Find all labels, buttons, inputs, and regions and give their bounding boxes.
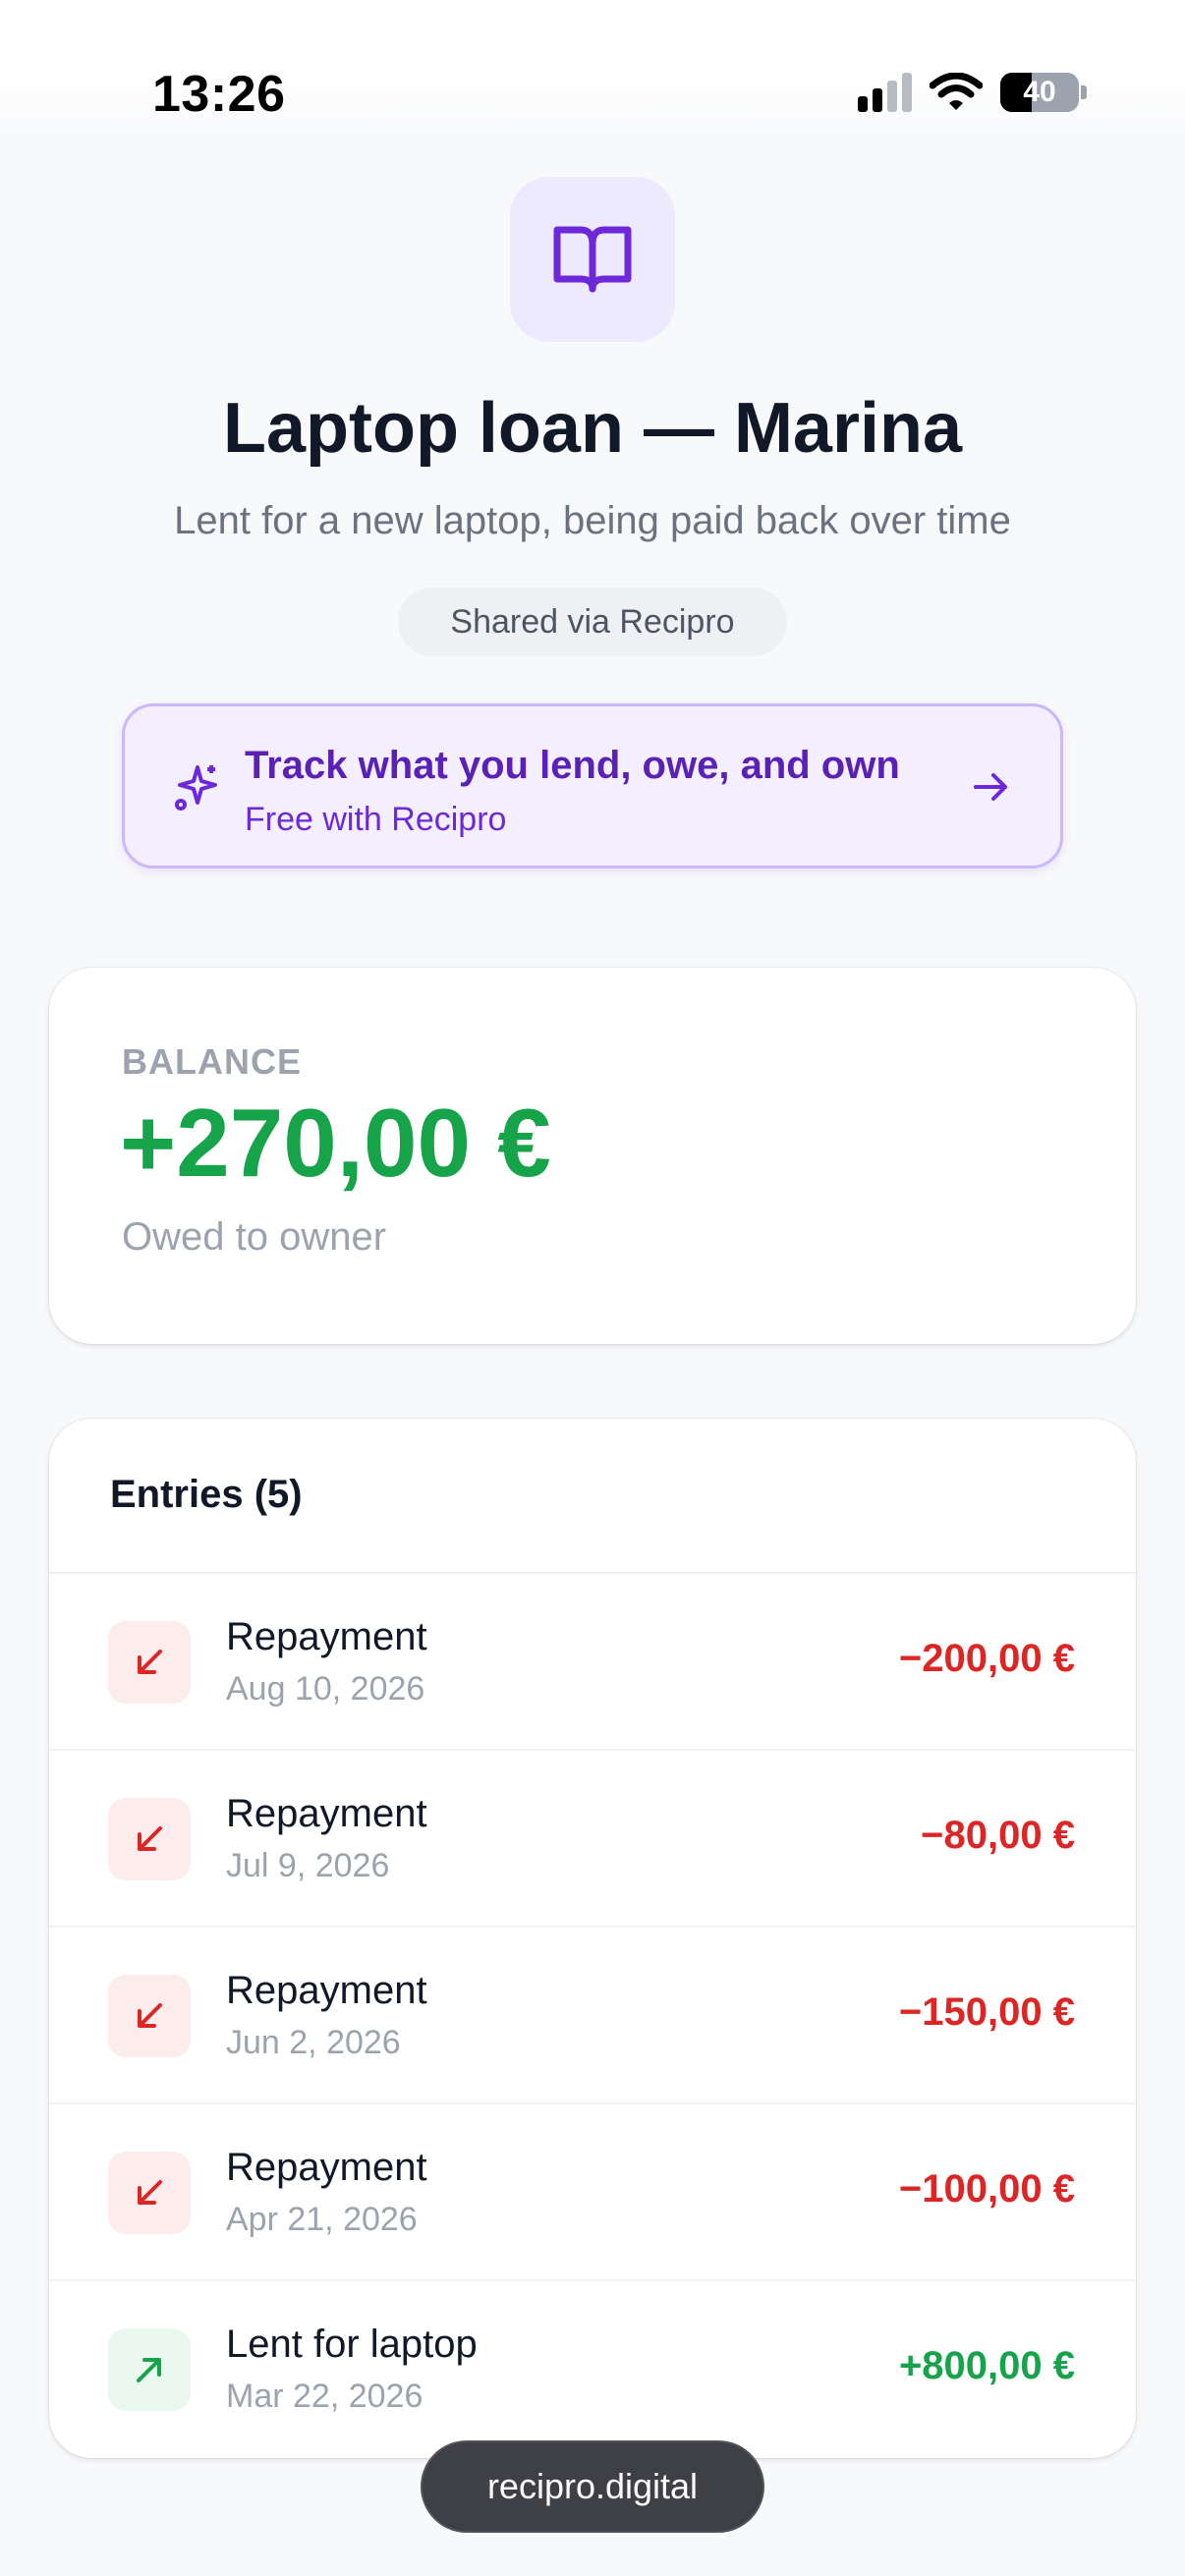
- entry-amount: −80,00 €: [921, 1814, 1075, 1857]
- entry-date: Apr 21, 2026: [226, 2201, 418, 2238]
- entry-row[interactable]: Repayment Aug 10, 2026 −200,00 €: [49, 1574, 1136, 1751]
- balance-note: Owed to owner: [122, 1215, 387, 1259]
- entry-date: Jun 2, 2026: [226, 2024, 401, 2061]
- url-domain-pill[interactable]: recipro.digital: [421, 2440, 764, 2533]
- entry-amount: −100,00 €: [898, 2167, 1075, 2211]
- page-title: Laptop loan — Marina: [222, 389, 963, 468]
- cellular-signal-icon: [858, 73, 912, 112]
- entry-title: Repayment: [226, 1969, 427, 2012]
- open-book-icon: [510, 177, 675, 342]
- entries-heading: Entries (5): [110, 1473, 303, 1516]
- entry-amount: +800,00 €: [898, 2344, 1075, 2387]
- arrow-down-left-icon: [108, 1621, 191, 1704]
- wifi-icon: [930, 73, 983, 110]
- entries-card: Entries (5) Repayment Aug 10, 2026 −200,…: [49, 1419, 1136, 2458]
- entry-row[interactable]: Repayment Jun 2, 2026 −150,00 €: [49, 1928, 1136, 2104]
- arrow-up-right-icon: [108, 2328, 191, 2411]
- entry-date: Jul 9, 2026: [226, 1847, 390, 1884]
- entries-list: Repayment Aug 10, 2026 −200,00 € Repayme…: [49, 1574, 1136, 2458]
- battery-percent: 40: [1023, 76, 1056, 108]
- status-time: 13:26: [152, 66, 286, 123]
- entry-date: Mar 22, 2026: [226, 2378, 423, 2415]
- balance-label: BALANCE: [122, 1041, 302, 1082]
- sparkle-icon: [175, 765, 217, 811]
- entry-row[interactable]: Repayment Jul 9, 2026 −80,00 €: [49, 1751, 1136, 1928]
- promo-subline: Free with Recipro: [245, 801, 507, 838]
- entry-row[interactable]: Lent for laptop Mar 22, 2026 +800,00 €: [49, 2281, 1136, 2458]
- entry-title: Repayment: [226, 1792, 427, 1835]
- entry-amount: −150,00 €: [898, 1990, 1075, 2034]
- status-icons: 40: [858, 73, 1087, 112]
- balance-card: BALANCE +270,00 € Owed to owner: [49, 968, 1136, 1344]
- shared-badge: Shared via Recipro: [398, 588, 787, 656]
- entry-row[interactable]: Repayment Apr 21, 2026 −100,00 €: [49, 2104, 1136, 2281]
- arrow-right-icon: [974, 773, 1007, 801]
- battery-icon: 40: [1000, 73, 1079, 112]
- arrow-down-left-icon: [108, 1798, 191, 1880]
- promo-banner[interactable]: Track what you lend, owe, and own Free w…: [122, 703, 1063, 868]
- entry-title: Repayment: [226, 1615, 427, 1658]
- promo-headline: Track what you lend, owe, and own: [245, 744, 900, 787]
- arrow-down-left-icon: [108, 1975, 191, 2057]
- balance-value: +270,00 €: [120, 1089, 551, 1197]
- entry-amount: −200,00 €: [898, 1637, 1075, 1680]
- page-subtitle: Lent for a new laptop, being paid back o…: [174, 499, 1011, 542]
- entry-title: Lent for laptop: [226, 2323, 478, 2366]
- entry-date: Aug 10, 2026: [226, 1670, 425, 1708]
- status-bar: 13:26 40: [0, 0, 1185, 138]
- entry-title: Repayment: [226, 2146, 427, 2189]
- arrow-down-left-icon: [108, 2152, 191, 2234]
